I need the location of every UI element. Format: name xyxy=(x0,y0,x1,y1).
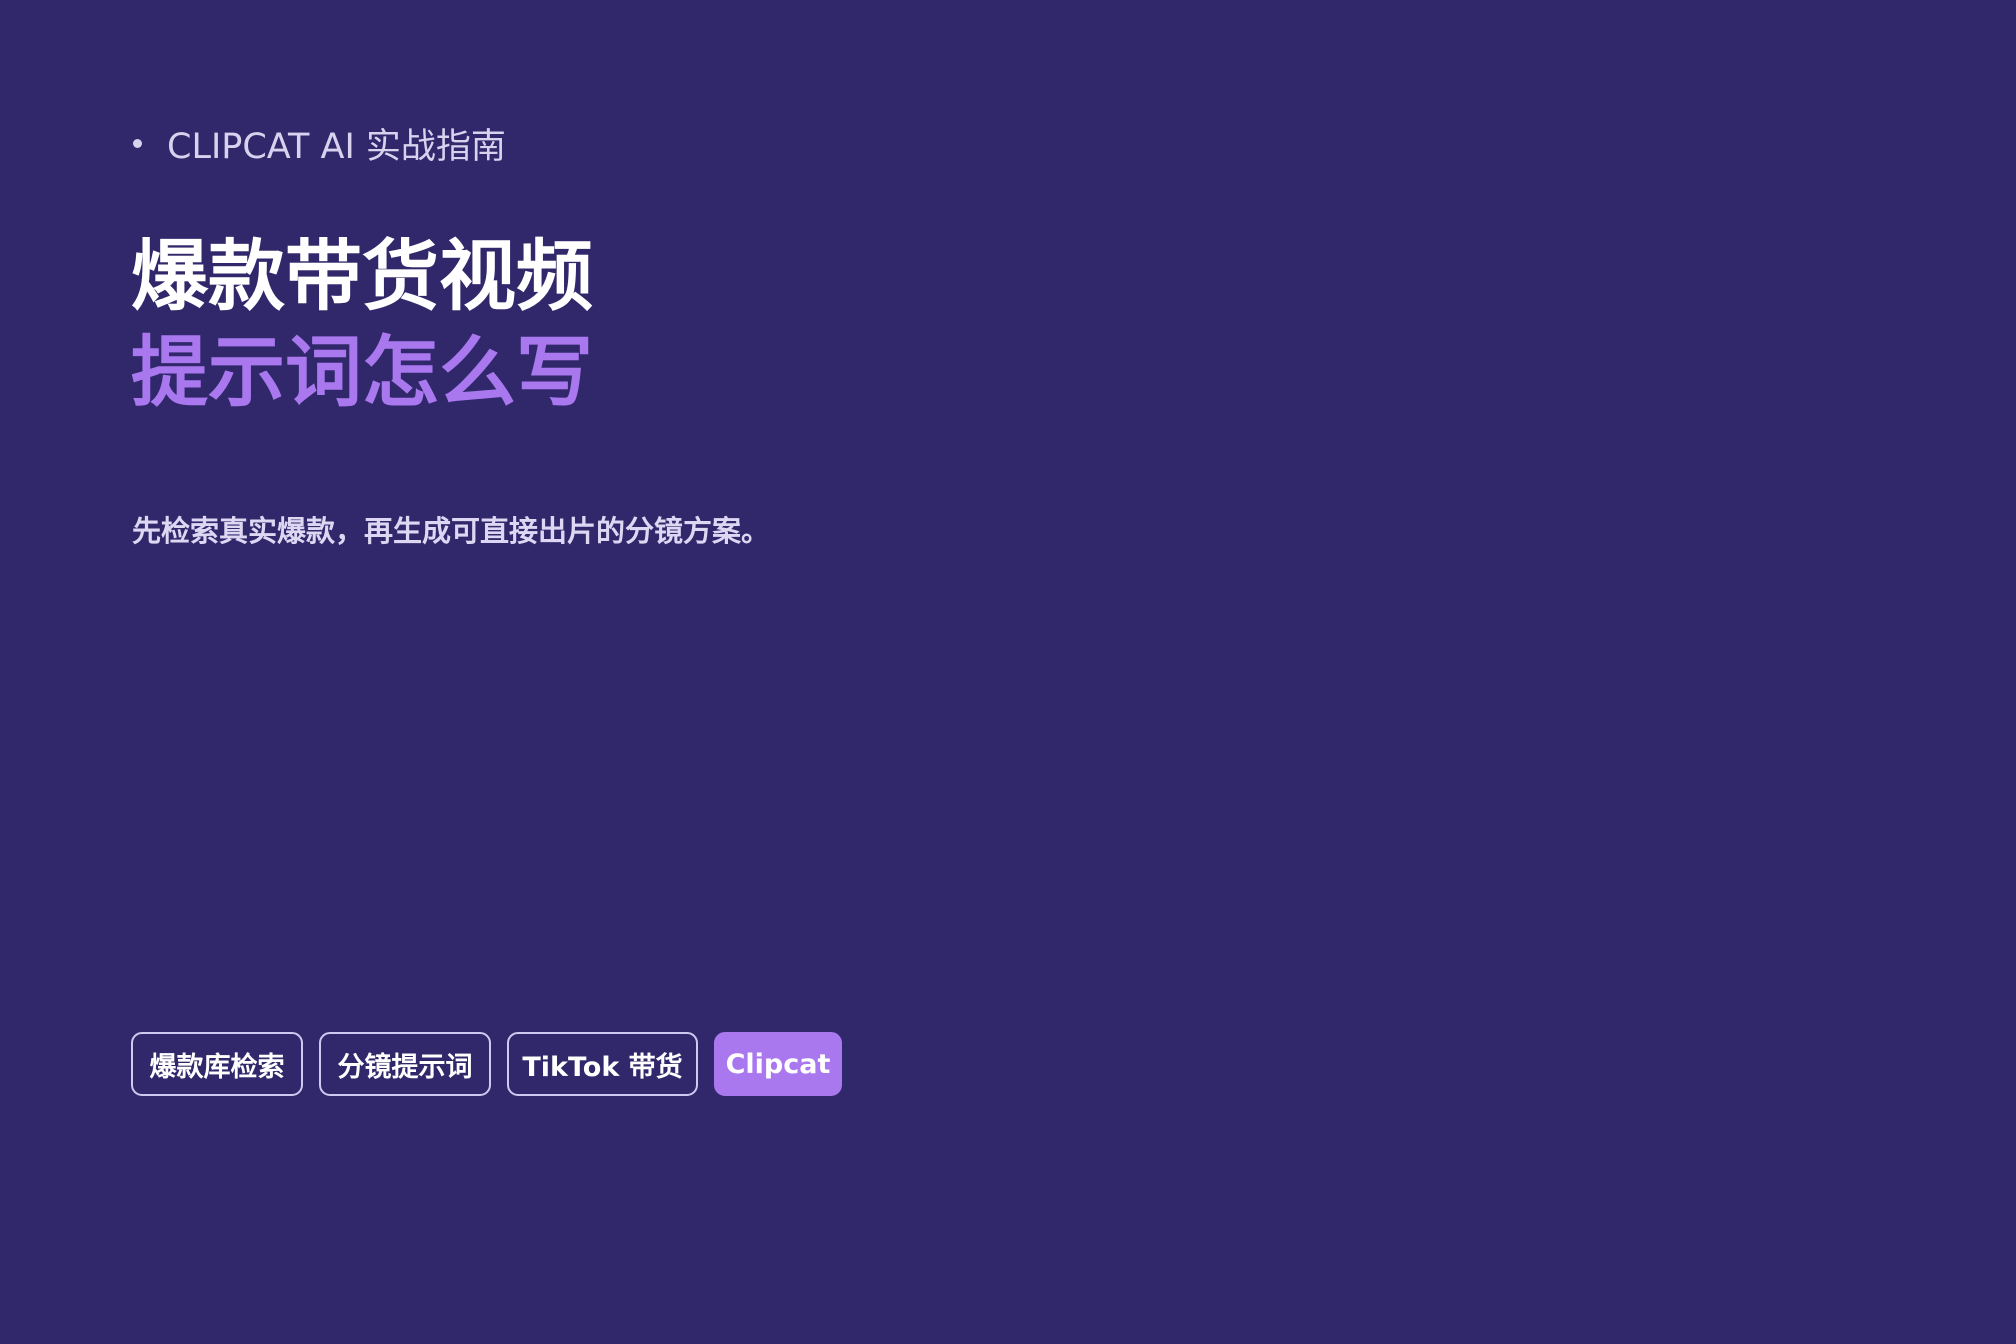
tag-viral-search[interactable]: 爆款库检索 xyxy=(131,1032,303,1096)
eyebrow: CLIPCAT AI 实战指南 xyxy=(133,118,506,168)
title-line-2: 提示词怎么写 xyxy=(131,329,593,418)
tag-clipcat[interactable]: Clipcat xyxy=(714,1032,842,1096)
eyebrow-text: CLIPCAT AI 实战指南 xyxy=(167,126,506,167)
hero-page: CLIPCAT AI 实战指南 爆款带货视频 提示词怎么写 先检索真实爆款，再生… xyxy=(0,0,2016,1344)
bullet-dot-icon xyxy=(133,138,142,148)
tag-storyboard-prompts[interactable]: 分镜提示词 xyxy=(319,1032,491,1096)
page-title: 爆款带货视频 提示词怎么写 xyxy=(131,230,593,422)
tag-tiktok-commerce[interactable]: TikTok 带货 xyxy=(507,1032,698,1096)
subtitle: 先检索真实爆款，再生成可直接出片的分镜方案。 xyxy=(132,514,771,548)
tag-list: 爆款库检索 分镜提示词 TikTok 带货 Clipcat xyxy=(131,1032,842,1096)
title-line-1: 爆款带货视频 xyxy=(131,233,593,322)
